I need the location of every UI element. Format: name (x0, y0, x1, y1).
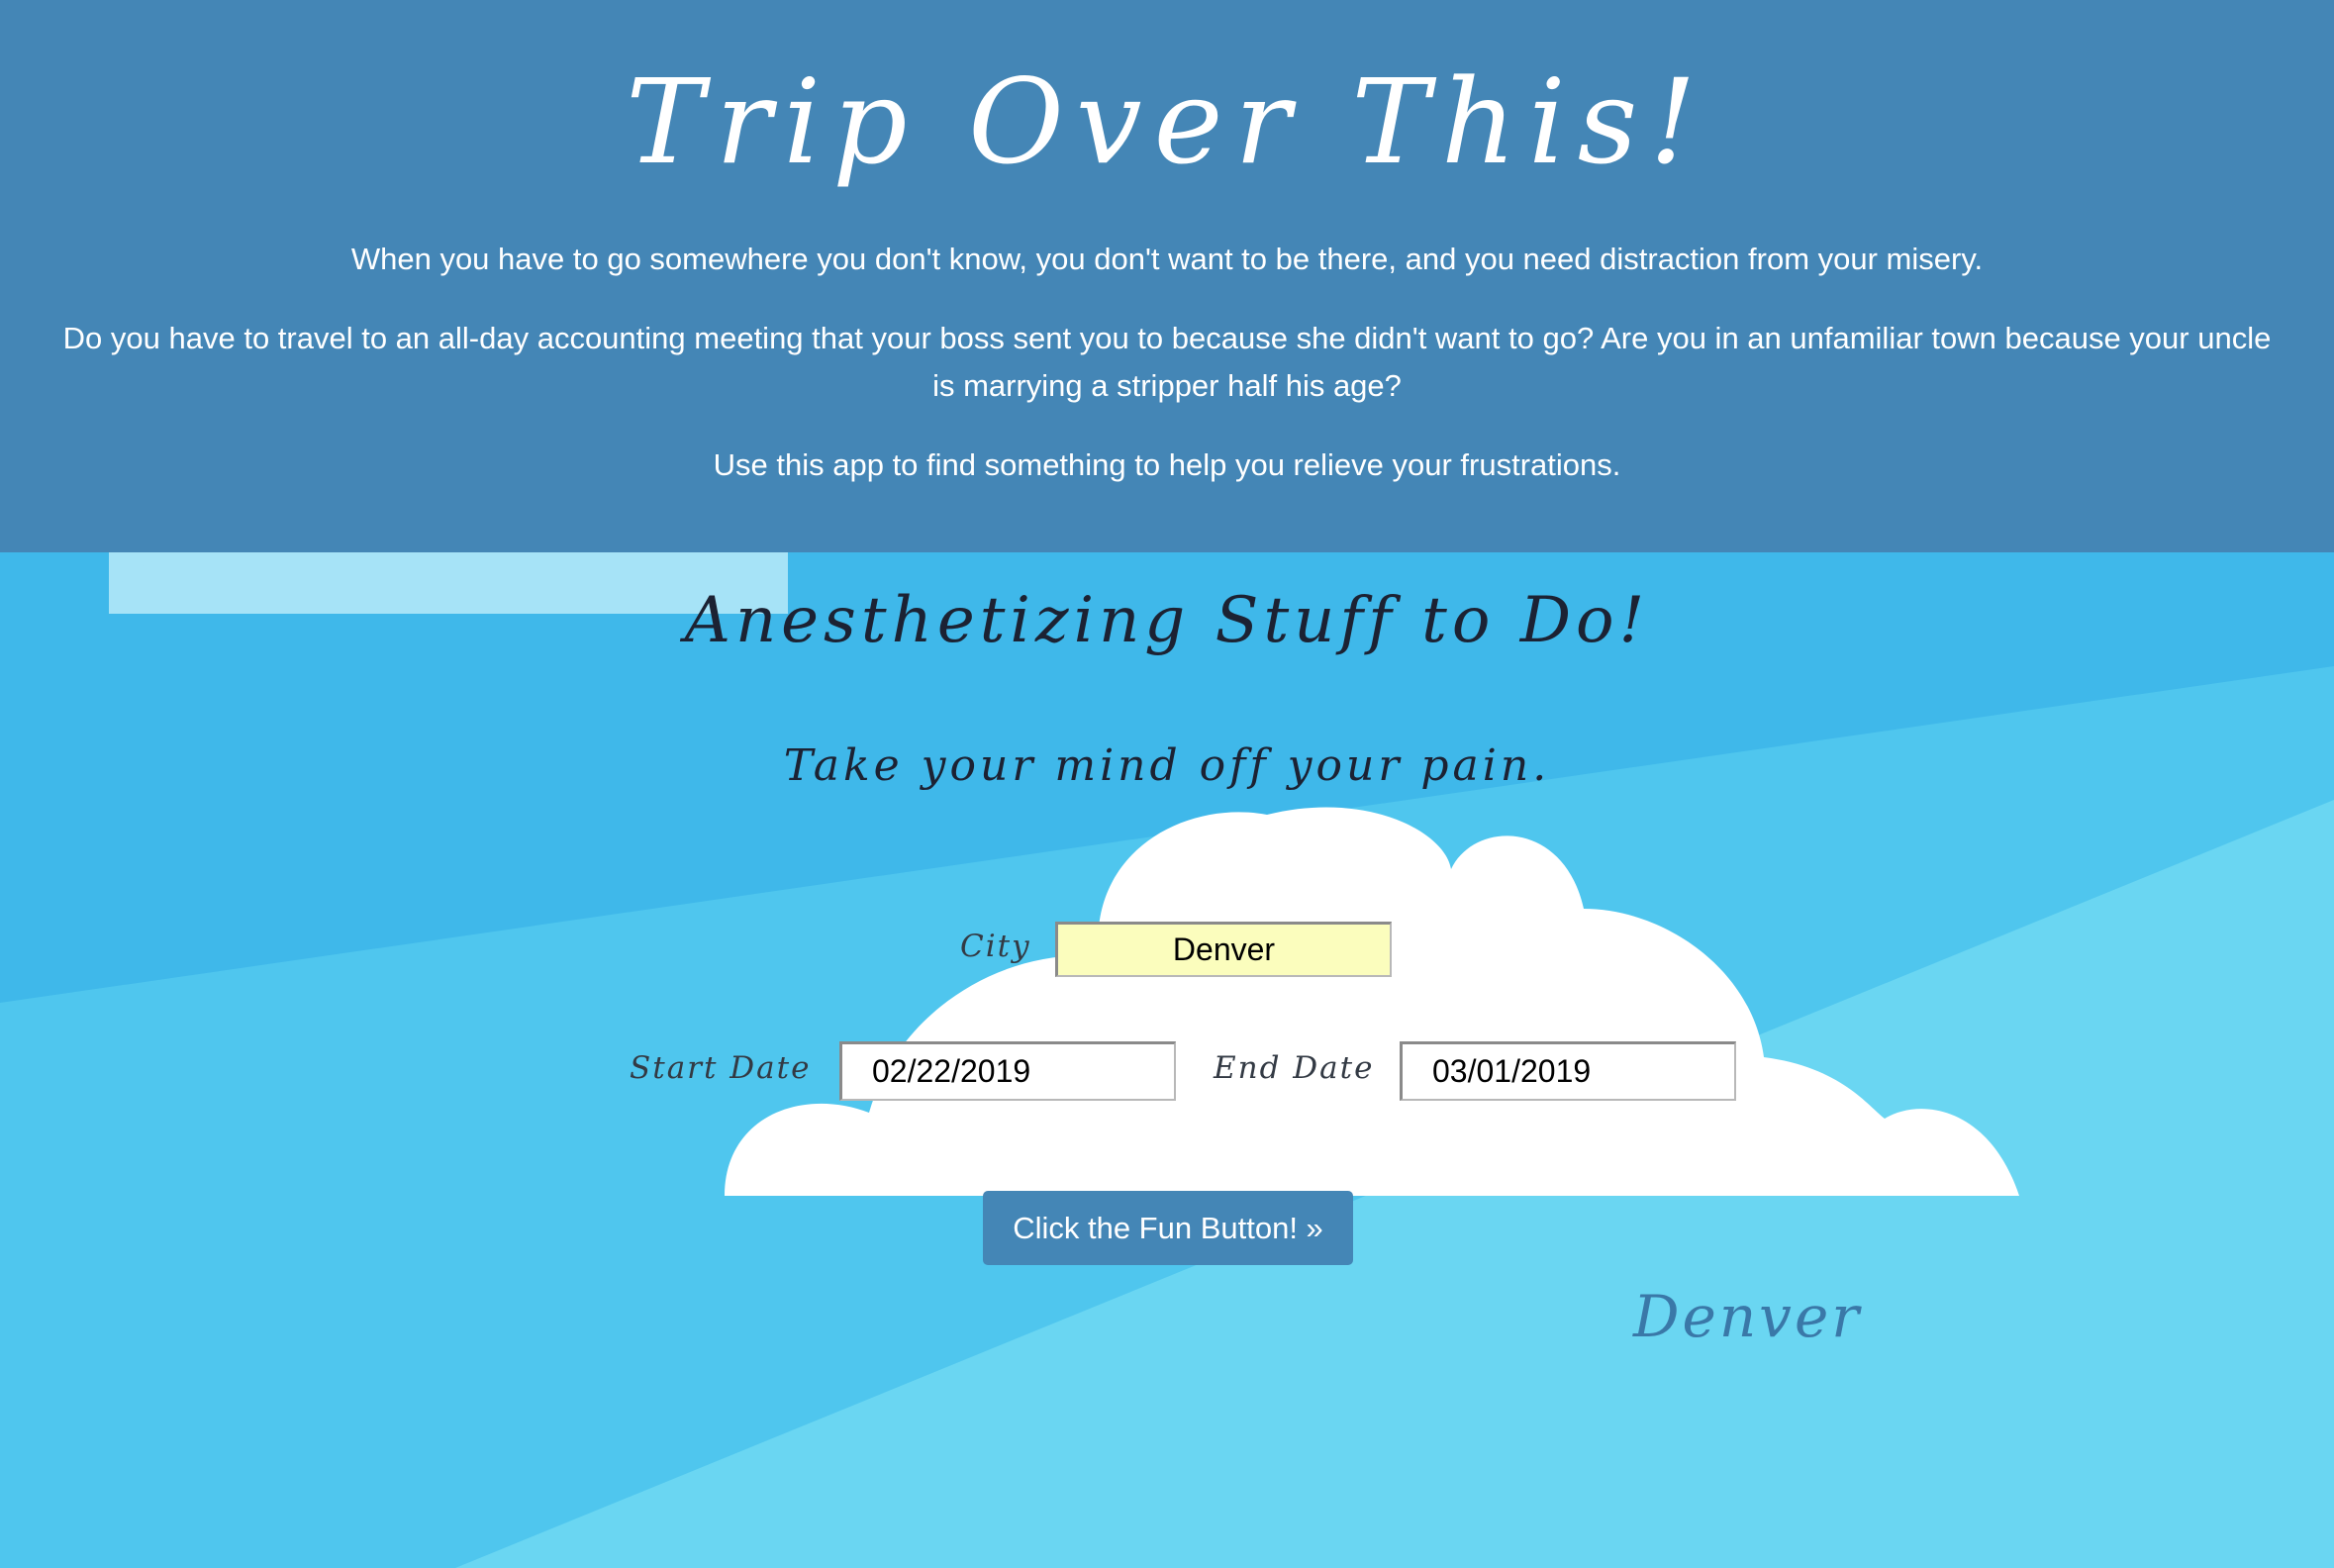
start-date-label: Start Date (630, 1050, 812, 1086)
city-label: City (960, 929, 1031, 964)
fun-button[interactable]: Click the Fun Button! » (983, 1191, 1353, 1265)
city-input[interactable] (1055, 922, 1392, 977)
end-date-input[interactable] (1400, 1041, 1736, 1101)
site-title: Trip Over This! (626, 53, 1708, 190)
start-date-input[interactable] (839, 1041, 1176, 1101)
section-title: Anesthetizing Stuff to Do! (684, 584, 1650, 657)
tagline: Take your mind off your pain. (783, 740, 1551, 791)
intro-paragraph: Do you have to travel to an all-day acco… (62, 321, 2272, 403)
result-city: Denver (1633, 1283, 1862, 1350)
header-banner: Trip Over This! When you have to go some… (0, 0, 2334, 552)
end-date-label: End Date (1214, 1050, 1375, 1086)
intro-paragraph: Use this app to find something to help y… (713, 447, 1621, 482)
intro-paragraph: When you have to go somewhere you don't … (350, 242, 1984, 276)
